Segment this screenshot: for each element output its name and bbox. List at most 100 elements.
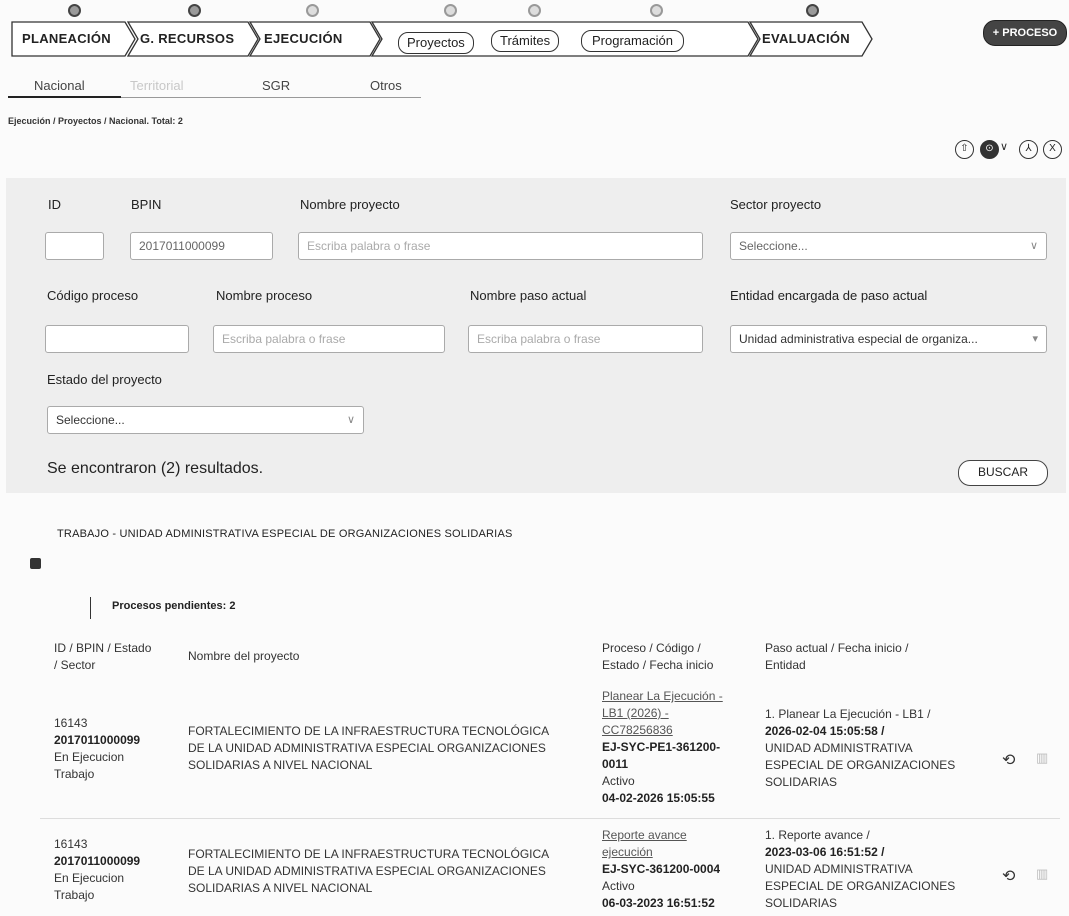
row-estado: En Ejecucion: [54, 750, 125, 764]
step-dot-icon: [528, 4, 541, 17]
caret-icon: ▾: [1032, 333, 1038, 345]
header-nombre: Nombre del proyecto: [188, 649, 300, 663]
subtab-proyectos[interactable]: Proyectos: [398, 32, 474, 54]
row-proceso-link[interactable]: Reporte avance: [602, 827, 720, 844]
table-row-2-paso: 1. Reporte avance / 2023-03-06 16:51:52 …: [765, 827, 955, 912]
pending-count: Procesos pendientes: 2: [112, 600, 236, 612]
table-row-2-id: 16143 2017011000099 En Ejecucion Trabajo: [54, 836, 140, 904]
entidad-select[interactable]: Unidad administrativa especial de organi…: [730, 325, 1047, 353]
row-nombre-line: FORTALECIMIENTO DE LA INFRAESTRUCTURA TE…: [188, 724, 550, 738]
codigo-proceso-label: Código proceso: [47, 288, 139, 303]
row-sector: Trabajo: [54, 888, 95, 902]
id-label: ID: [48, 197, 61, 212]
table-row-1-id: 16143 2017011000099 En Ejecucion Trabajo: [54, 715, 140, 783]
header-proceso: Proceso / Código / Estado / Fecha inicio: [602, 640, 713, 674]
row-entidad: ESPECIAL DE ORGANIZACIONES: [765, 758, 956, 772]
row-id: 16143: [54, 716, 88, 730]
estado-select[interactable]: Seleccione... ∨: [47, 406, 364, 434]
delete-icon[interactable]: ▥: [1036, 750, 1048, 766]
tab-otros[interactable]: Otros: [370, 78, 402, 93]
row-proceso-fecha: 04-02-2026 15:05:55: [602, 791, 715, 805]
chevron-down-icon: ∨: [346, 414, 355, 426]
table-row-2-proceso: Reporte avance ejecución EJ-SYC-361200-0…: [602, 827, 720, 912]
subtab-programacion[interactable]: Programación: [581, 30, 684, 52]
row-entidad: UNIDAD ADMINISTRATIVA: [765, 741, 913, 755]
table-row-1-nombre: FORTALECIMIENTO DE LA INFRAESTRUCTURA TE…: [188, 723, 549, 774]
pdf-icon[interactable]: ⅄: [1019, 140, 1038, 159]
chevron-down-icon[interactable]: ∨: [1000, 140, 1008, 153]
id-input[interactable]: [45, 232, 104, 260]
row-paso: 1. Reporte avance /: [765, 828, 870, 842]
row-entidad: SOLIDARIAS: [765, 775, 838, 789]
step-g-recursos[interactable]: G. RECURSOS: [140, 24, 234, 54]
row-nombre-line: DE LA UNIDAD ADMINISTRATIVA ESPECIAL ORG…: [188, 741, 546, 755]
new-proceso-button[interactable]: + PROCESO: [983, 20, 1067, 46]
nombre-proceso-input[interactable]: Escriba palabra o frase: [213, 325, 445, 353]
header-proceso-line1: Proceso / Código /: [602, 641, 701, 655]
row-nombre-line: DE LA UNIDAD ADMINISTRATIVA ESPECIAL ORG…: [188, 864, 546, 878]
row-entidad: UNIDAD ADMINISTRATIVA: [765, 862, 913, 876]
row-paso-fecha: 2026-02-04 15:05:58 /: [765, 724, 885, 738]
nombre-proyecto-label: Nombre proyecto: [300, 197, 400, 212]
row-codigo: EJ-SYC-361200-0004: [602, 862, 721, 876]
header-paso-line2: Entidad: [765, 658, 806, 672]
tab-nacional[interactable]: Nacional: [34, 78, 85, 93]
chevron-down-icon: ∨: [1029, 240, 1038, 252]
row-codigo: EJ-SYC-PE1-361200-: [602, 740, 721, 754]
breadcrumb: Ejecución / Proyectos / Nacional. Total:…: [8, 116, 183, 126]
row-proceso-link[interactable]: Planear La Ejecución -: [602, 688, 723, 705]
paso-actual-label: Nombre paso actual: [470, 288, 587, 303]
upload-icon[interactable]: ⇧: [955, 140, 974, 159]
buscar-button[interactable]: BUSCAR: [958, 460, 1048, 486]
header-paso: Paso actual / Fecha inicio / Entidad: [765, 640, 908, 674]
row-proceso-estado: Activo: [602, 879, 635, 893]
delete-icon[interactable]: ▥: [1036, 866, 1048, 882]
pending-divider: [90, 597, 91, 619]
bpin-input[interactable]: 2017011000099: [130, 232, 273, 260]
row-nombre-line: SOLIDARIAS A NIVEL NACIONAL: [188, 881, 373, 895]
step-dot-icon: [306, 4, 319, 17]
subtab-tramites[interactable]: Trámites: [491, 30, 560, 52]
header-id-line2: / Sector: [54, 658, 96, 672]
header-id: ID / BPIN / Estado / Sector: [54, 640, 151, 674]
row-entidad: ESPECIAL DE ORGANIZACIONES: [765, 879, 956, 893]
history-icon[interactable]: ⟲: [1002, 750, 1015, 770]
sector-select[interactable]: Seleccione... ∨: [730, 232, 1047, 260]
row-proceso-fecha: 06-03-2023 16:51:52: [602, 896, 715, 910]
filter-icon[interactable]: ⊙: [980, 140, 999, 159]
row-proceso-link[interactable]: LB1 (2026) -: [602, 705, 723, 722]
row-proceso-link[interactable]: CC78256836: [602, 722, 723, 739]
sector-label: Sector proyecto: [730, 197, 822, 212]
step-dot-icon: [650, 4, 663, 17]
history-icon[interactable]: ⟲: [1002, 866, 1015, 886]
row-proceso-link[interactable]: ejecución: [602, 844, 720, 861]
step-dot-icon: [444, 4, 457, 17]
process-steps: PLANEACIÓN G. RECURSOS EJECUCIÓN Proyect…: [10, 4, 890, 58]
table-row-1-proceso: Planear La Ejecución - LB1 (2026) - CC78…: [602, 688, 723, 807]
collapse-icon[interactable]: [30, 558, 41, 569]
row-estado: En Ejecucion: [54, 871, 125, 885]
row-sector: Trabajo: [54, 767, 95, 781]
step-planeacion[interactable]: PLANEACIÓN: [22, 24, 111, 54]
step-dot-icon: [806, 4, 819, 17]
sector-select-value: Seleccione...: [739, 239, 808, 253]
results-count: Se encontraron (2) resultados.: [47, 460, 264, 477]
row-paso: 1. Planear La Ejecución - LB1 /: [765, 707, 931, 721]
excel-icon[interactable]: X: [1043, 140, 1062, 159]
row-nombre-line: SOLIDARIAS A NIVEL NACIONAL: [188, 758, 373, 772]
step-ejecucion[interactable]: EJECUCIÓN: [264, 24, 343, 54]
paso-actual-input[interactable]: Escriba palabra o frase: [468, 325, 703, 353]
tab-sgr[interactable]: SGR: [262, 78, 290, 93]
row-proceso-estado: Activo: [602, 774, 635, 788]
nombre-proyecto-input[interactable]: Escriba palabra o frase: [298, 232, 703, 260]
active-tab-indicator: [8, 96, 121, 98]
step-evaluacion[interactable]: EVALUACIÓN: [762, 24, 850, 54]
table-row-1-paso: 1. Planear La Ejecución - LB1 / 2026-02-…: [765, 706, 955, 791]
row-id: 16143: [54, 837, 88, 851]
codigo-proceso-input[interactable]: [45, 325, 189, 353]
table-row-2-nombre: FORTALECIMIENTO DE LA INFRAESTRUCTURA TE…: [188, 846, 549, 897]
header-paso-line1: Paso actual / Fecha inicio /: [765, 641, 909, 655]
step-dot-icon: [68, 4, 81, 17]
row-divider: [40, 818, 1060, 819]
tab-territorial[interactable]: Territorial: [130, 78, 183, 93]
